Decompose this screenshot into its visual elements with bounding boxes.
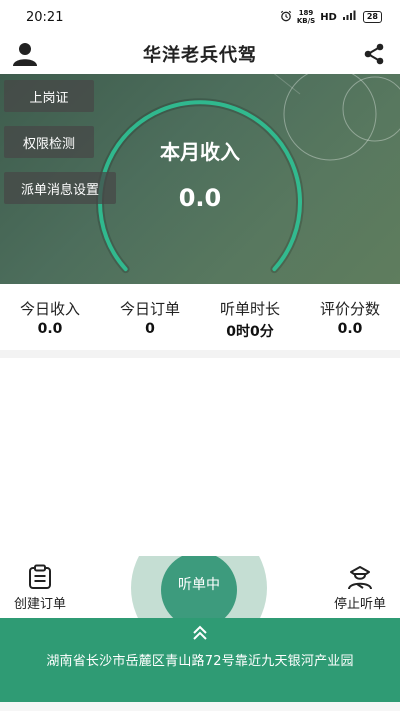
network-speed: 189 KB/S bbox=[297, 9, 315, 25]
page-title: 华洋老兵代驾 bbox=[143, 45, 257, 66]
create-order-label: 创建订单 bbox=[13, 596, 66, 612]
current-address: 湖南省长沙市岳麓区青山路72号靠近九天银河产业园 bbox=[46, 654, 354, 669]
stat-rating-score: 评价分数 0.0 bbox=[300, 284, 400, 350]
driver-icon bbox=[344, 563, 376, 591]
stat-value: 0时0分 bbox=[226, 324, 274, 340]
stat-value: 0 bbox=[145, 321, 155, 337]
share-icon[interactable] bbox=[360, 40, 388, 68]
month-income-value: 0.0 bbox=[178, 184, 222, 212]
listen-status-label: 听单中 bbox=[178, 577, 220, 593]
stat-value: 0.0 bbox=[37, 321, 63, 337]
content-area bbox=[0, 358, 400, 556]
stats-row: 今日收入 0.0 今日订单 0 听单时长 0时0分 评价分数 0.0 bbox=[0, 284, 400, 350]
clipboard-icon bbox=[24, 563, 56, 591]
month-income-label: 本月收入 bbox=[160, 140, 240, 164]
status-indicators: 189 KB/S HD 28 bbox=[280, 9, 382, 25]
listen-status-button[interactable]: 听单中 bbox=[131, 556, 267, 618]
stat-value: 0.0 bbox=[337, 321, 363, 337]
status-time: 20:21 bbox=[26, 9, 64, 25]
create-order-button[interactable]: 创建订单 bbox=[0, 556, 80, 618]
status-bar: 20:21 189 KB/S HD 28 bbox=[0, 0, 400, 34]
income-hero: 上岗证 权限检测 派单消息设置 本月收入 0.0 bbox=[0, 74, 400, 284]
alarm-icon bbox=[280, 10, 292, 25]
battery-icon: 28 bbox=[362, 11, 382, 23]
hd-indicator: HD bbox=[320, 11, 337, 23]
stat-label: 评价分数 bbox=[319, 300, 380, 318]
stat-today-orders: 今日订单 0 bbox=[100, 284, 200, 350]
work-license-button[interactable]: 上岗证 bbox=[4, 80, 94, 112]
stat-label: 今日订单 bbox=[119, 300, 180, 318]
speed-value: 189 bbox=[298, 9, 314, 17]
chevron-up-icon[interactable] bbox=[191, 624, 209, 642]
stat-today-income: 今日收入 0.0 bbox=[0, 284, 100, 350]
bottom-strip bbox=[0, 702, 400, 711]
stat-listen-duration: 听单时长 0时0分 bbox=[200, 284, 300, 350]
listen-core: 听单中 bbox=[161, 556, 237, 618]
speed-unit: KB/S bbox=[296, 17, 316, 25]
stop-listening-button[interactable]: 停止听单 bbox=[320, 556, 400, 618]
user-icon[interactable] bbox=[11, 40, 39, 68]
app-header: 华洋老兵代驾 bbox=[0, 34, 400, 74]
stat-label: 听单时长 bbox=[219, 300, 280, 318]
location-bar[interactable]: 湖南省长沙市岳麓区青山路72号靠近九天银河产业园 bbox=[0, 618, 400, 702]
stat-label: 今日收入 bbox=[19, 300, 80, 318]
stop-listening-label: 停止听单 bbox=[333, 596, 386, 612]
signal-icon bbox=[342, 10, 358, 24]
